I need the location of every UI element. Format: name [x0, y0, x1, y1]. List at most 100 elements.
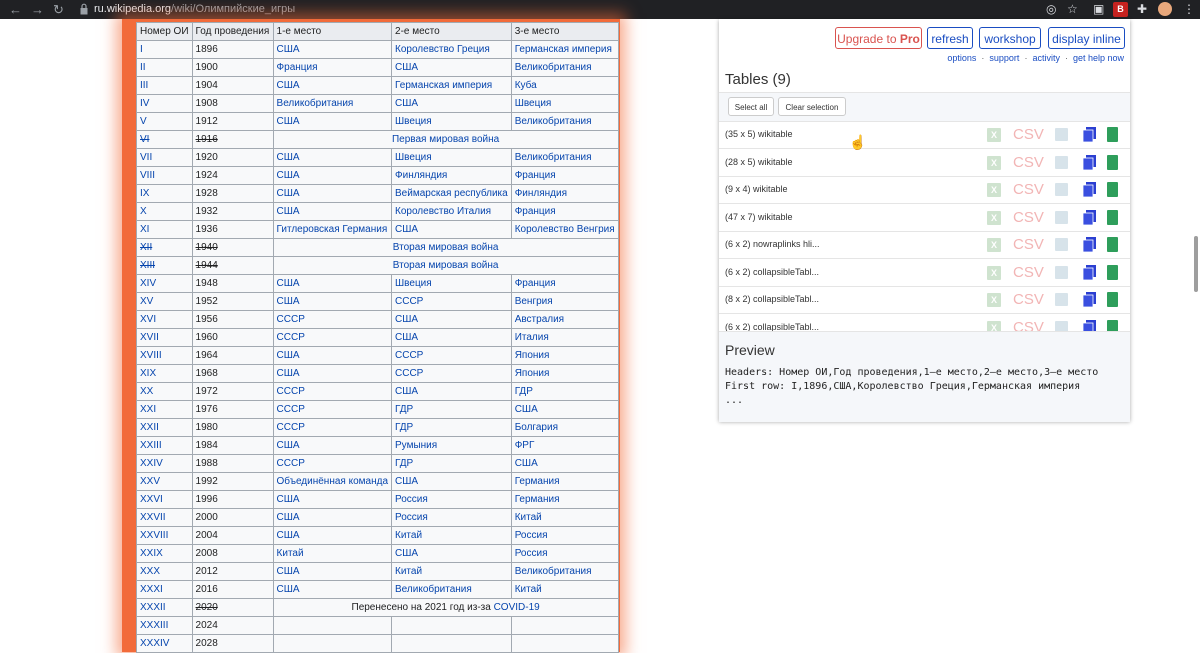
excel-icon[interactable]: X [987, 210, 1001, 225]
excel-icon[interactable]: X [987, 183, 1001, 197]
third-place-cell[interactable]: Швеция [510, 94, 619, 113]
first-place-cell[interactable]: СССР [272, 382, 393, 401]
cancelled-note-cell[interactable]: Первая мировая война [272, 130, 619, 149]
header-number[interactable]: Номер ОИ [136, 22, 193, 41]
games-number-cell[interactable]: XX [136, 382, 193, 401]
display-inline-button[interactable]: display inline [1048, 27, 1125, 49]
third-place-cell[interactable]: Россия [510, 526, 619, 545]
games-number-cell[interactable]: XXII [136, 418, 193, 437]
games-number-cell[interactable]: XVIII [136, 346, 193, 365]
first-place-cell[interactable]: Объединённая команда [272, 472, 393, 491]
games-number-cell[interactable]: XXXII [136, 598, 193, 617]
second-place-cell[interactable]: СССР [391, 292, 512, 311]
support-link[interactable]: support [989, 53, 1019, 63]
games-number-cell[interactable]: XXVII [136, 508, 193, 527]
games-number-cell[interactable]: VI [136, 130, 193, 149]
second-place-cell[interactable]: Финляндия [391, 166, 512, 185]
upgrade-pro-button[interactable]: Upgrade to Pro [835, 27, 922, 49]
second-place-cell[interactable]: ГДР [391, 454, 512, 473]
google-sheets-icon[interactable] [1107, 292, 1118, 307]
games-number-cell[interactable]: XXI [136, 400, 193, 419]
chart-icon[interactable] [1055, 183, 1068, 196]
second-place-cell[interactable]: Китай [391, 526, 512, 545]
games-number-cell[interactable]: XXX [136, 562, 193, 581]
second-place-cell[interactable]: Россия [391, 490, 512, 509]
games-number-cell[interactable]: VIII [136, 166, 193, 185]
clear-selection-button[interactable]: Clear selection [778, 97, 846, 116]
first-place-cell[interactable]: США [272, 526, 393, 545]
third-place-cell[interactable]: Куба [510, 76, 619, 95]
second-place-cell[interactable]: ГДР [391, 400, 512, 419]
chart-icon[interactable] [1055, 238, 1068, 251]
csv-icon[interactable]: CSV [1013, 264, 1044, 281]
games-number-cell[interactable]: XI [136, 220, 193, 239]
activity-link[interactable]: activity [1032, 53, 1060, 63]
first-place-cell[interactable]: США [272, 148, 393, 167]
cancelled-note-cell[interactable]: Вторая мировая война [272, 256, 619, 275]
first-place-cell[interactable]: США [272, 112, 393, 131]
second-place-cell[interactable]: Королевство Греция [391, 40, 512, 59]
second-place-cell[interactable]: Королевство Италия [391, 202, 512, 221]
first-place-cell[interactable]: США [272, 346, 393, 365]
second-place-cell[interactable]: США [391, 328, 512, 347]
games-number-cell[interactable]: XXIII [136, 436, 193, 455]
copy-icon[interactable] [1083, 127, 1096, 142]
second-place-cell[interactable]: СССР [391, 364, 512, 383]
third-place-cell[interactable]: США [510, 400, 619, 419]
third-place-cell[interactable]: Китай [510, 580, 619, 599]
first-place-cell[interactable]: США [272, 364, 393, 383]
third-place-cell[interactable]: ФРГ [510, 436, 619, 455]
first-place-cell[interactable]: США [272, 436, 393, 455]
avatar[interactable] [1158, 2, 1172, 16]
third-place-cell[interactable]: Королевство Венгрия [510, 220, 619, 239]
games-number-cell[interactable]: XVII [136, 328, 193, 347]
google-sheets-icon[interactable] [1107, 264, 1118, 280]
chart-icon[interactable] [1055, 128, 1068, 141]
third-place-cell[interactable]: Япония [510, 346, 619, 365]
games-number-cell[interactable]: XXVIII [136, 526, 193, 545]
copy-icon[interactable] [1083, 209, 1096, 225]
third-place-cell[interactable]: США [510, 454, 619, 473]
third-place-cell[interactable]: Япония [510, 364, 619, 383]
second-place-cell[interactable]: США [391, 544, 512, 563]
header-first[interactable]: 1-е место [272, 22, 393, 41]
games-number-cell[interactable]: XV [136, 292, 193, 311]
games-number-cell[interactable]: XXIV [136, 454, 193, 473]
third-place-cell[interactable]: Германия [510, 490, 619, 509]
first-place-cell[interactable]: Гитлеровская Германия [272, 220, 393, 239]
second-place-cell[interactable]: Великобритания [391, 580, 512, 599]
table-list-item[interactable]: (9 x 4) wikitable X CSV [719, 177, 1130, 204]
second-place-cell[interactable]: Россия [391, 508, 512, 527]
first-place-cell[interactable]: СССР [272, 310, 393, 329]
games-number-cell[interactable]: XXVI [136, 490, 193, 509]
third-place-cell[interactable]: Франция [510, 166, 619, 185]
excel-icon[interactable]: X [987, 155, 1001, 170]
third-place-cell[interactable]: Россия [510, 544, 619, 563]
games-number-cell[interactable]: XIX [136, 364, 193, 383]
second-place-cell[interactable]: Швеция [391, 274, 512, 293]
chart-icon[interactable] [1055, 155, 1068, 169]
first-place-cell[interactable]: США [272, 40, 393, 59]
games-number-cell[interactable]: XII [136, 238, 193, 257]
second-place-cell[interactable]: Китай [391, 562, 512, 581]
first-place-cell[interactable]: США [272, 580, 393, 599]
second-place-cell[interactable]: Германская империя [391, 76, 512, 95]
first-place-cell[interactable]: СССР [272, 400, 393, 419]
first-place-cell[interactable]: СССР [272, 454, 393, 473]
excel-icon[interactable]: X [987, 128, 1001, 142]
third-place-cell[interactable]: Франция [510, 274, 619, 293]
first-place-cell[interactable]: США [272, 508, 393, 527]
excel-icon[interactable]: X [987, 293, 1001, 307]
table-list-item[interactable]: (8 x 2) collapsibleTabl... X CSV [719, 287, 1130, 314]
first-place-cell[interactable]: США [272, 292, 393, 311]
csv-icon[interactable]: CSV [1013, 319, 1044, 332]
google-sheets-icon[interactable] [1107, 182, 1118, 197]
third-place-cell[interactable]: Болгария [510, 418, 619, 437]
google-sheets-icon[interactable] [1107, 209, 1118, 225]
games-number-cell[interactable]: XXV [136, 472, 193, 491]
csv-icon[interactable]: CSV [1013, 181, 1044, 198]
copy-icon[interactable] [1083, 182, 1096, 197]
csv-icon[interactable]: CSV [1013, 291, 1044, 308]
first-place-cell[interactable]: СССР [272, 328, 393, 347]
second-place-cell[interactable]: США [391, 472, 512, 491]
